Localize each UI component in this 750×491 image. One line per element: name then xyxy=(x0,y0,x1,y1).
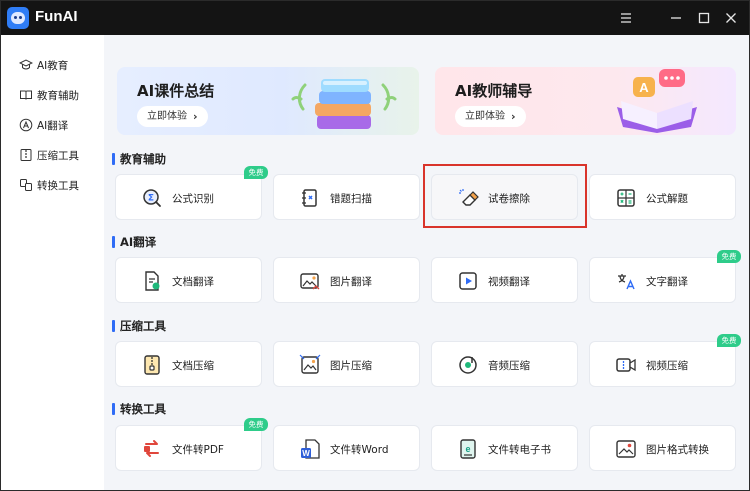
document-translate-icon xyxy=(141,270,163,292)
banner-title: AI教师辅导 xyxy=(455,82,533,100)
formula-search-icon: Σ xyxy=(141,187,163,209)
card-file-to-ebook[interactable]: e 文件转电子书 xyxy=(431,425,578,471)
translate-icon xyxy=(19,118,33,132)
card-video-translate[interactable]: 视频翻译 xyxy=(431,257,578,303)
svg-text:Σ: Σ xyxy=(148,194,154,204)
card-label: 图片压缩 xyxy=(330,360,372,372)
document-compress-icon xyxy=(141,354,163,376)
svg-text:A: A xyxy=(639,80,649,95)
card-file-to-word[interactable]: W 文件转Word xyxy=(273,425,420,471)
image-translate-icon xyxy=(299,270,321,292)
banner-title: AI课件总结 xyxy=(137,82,215,100)
card-label: 错题扫描 xyxy=(330,193,372,205)
video-compress-icon xyxy=(615,354,637,376)
file-to-ebook-icon: e xyxy=(457,438,479,460)
minimize-icon[interactable] xyxy=(667,9,685,27)
svg-text:W: W xyxy=(302,449,310,458)
card-label: 公式解题 xyxy=(646,193,688,205)
card-label: 文件转电子书 xyxy=(488,444,551,456)
card-label: 音频压缩 xyxy=(488,360,530,372)
banner-ai-teacher[interactable]: AI教师辅导 立即体验 › A xyxy=(435,67,736,135)
try-now-button[interactable]: 立即体验 › xyxy=(137,106,208,127)
sidebar-item-compress-tools[interactable]: 压缩工具 xyxy=(19,145,79,165)
card-image-compress[interactable]: 图片压缩 xyxy=(273,341,420,387)
audio-compress-icon xyxy=(457,354,479,376)
card-label: 文字翻译 xyxy=(646,276,688,288)
card-label: 文件转Word xyxy=(330,444,389,456)
card-label: 文件转PDF xyxy=(172,444,224,456)
banner-courseware-summary[interactable]: AI课件总结 立即体验 › xyxy=(117,67,419,135)
image-format-icon xyxy=(615,438,637,460)
highlight-box xyxy=(423,164,587,228)
open-book-chat-icon: A xyxy=(617,69,697,133)
section-title-convert-tools: 转换工具 xyxy=(112,402,166,416)
convert-icon xyxy=(20,179,32,191)
section-title-education-assist: 教育辅助 xyxy=(112,152,166,166)
image-compress-icon xyxy=(299,354,321,376)
sidebar-item-label: 压缩工具 xyxy=(37,149,79,162)
svg-text:e: e xyxy=(465,444,470,454)
title-bar: FunAI xyxy=(1,1,749,35)
free-badge: 免费 xyxy=(244,418,268,431)
sidebar-item-ai-education[interactable]: AI教育 xyxy=(19,55,68,75)
card-text-translate[interactable]: 文字翻译 xyxy=(589,257,736,303)
file-to-pdf-icon xyxy=(141,438,163,460)
close-icon[interactable] xyxy=(722,9,740,27)
sidebar-item-label: 教育辅助 xyxy=(37,89,79,102)
card-label: 文档翻译 xyxy=(172,276,214,288)
app-logo-icon xyxy=(7,7,29,29)
maximize-icon[interactable] xyxy=(695,9,713,27)
card-label: 公式识别 xyxy=(172,193,214,205)
books-stack-icon xyxy=(291,79,397,129)
card-audio-compress[interactable]: 音频压缩 xyxy=(431,341,578,387)
card-image-translate[interactable]: 图片翻译 xyxy=(273,257,420,303)
text-translate-icon xyxy=(615,270,637,292)
card-image-format-convert[interactable]: 图片格式转换 xyxy=(589,425,736,471)
menu-icon[interactable] xyxy=(617,9,635,27)
card-label: 视频翻译 xyxy=(488,276,530,288)
try-now-button[interactable]: 立即体验 › xyxy=(455,106,526,127)
compress-icon xyxy=(20,149,32,161)
card-file-to-pdf[interactable]: 文件转PDF xyxy=(115,425,262,471)
sidebar-item-convert-tools[interactable]: 转换工具 xyxy=(19,175,79,195)
main-content: AI课件总结 立即体验 › AI教师辅导 立即体验 › A 教育辅助 Σ 公式识… xyxy=(104,35,749,490)
card-label: 图片格式转换 xyxy=(646,444,709,456)
section-title-ai-translate: AI翻译 xyxy=(112,235,156,249)
card-formula-recognition[interactable]: Σ 公式识别 xyxy=(115,174,262,220)
card-label: 图片翻译 xyxy=(330,276,372,288)
free-badge: 免费 xyxy=(244,166,268,179)
graduation-cap-icon xyxy=(19,59,33,70)
sidebar-item-education-assist[interactable]: 教育辅助 xyxy=(19,85,79,105)
notebook-scan-icon xyxy=(299,187,321,209)
sidebar: AI教育 教育辅助 AI翻译 压缩工具 转换工具 xyxy=(1,35,104,490)
sidebar-item-ai-translate[interactable]: AI翻译 xyxy=(19,115,68,135)
card-document-compress[interactable]: 文档压缩 xyxy=(115,341,262,387)
card-video-compress[interactable]: 视频压缩 xyxy=(589,341,736,387)
section-title-compress-tools: 压缩工具 xyxy=(112,319,166,333)
card-label: 视频压缩 xyxy=(646,360,688,372)
free-badge: 免费 xyxy=(717,250,741,263)
calculator-icon xyxy=(615,187,637,209)
sidebar-item-label: AI翻译 xyxy=(37,119,69,132)
card-label: 文档压缩 xyxy=(172,360,214,372)
app-title: FunAI xyxy=(35,8,78,25)
sidebar-item-label: AI教育 xyxy=(37,59,69,72)
free-badge: 免费 xyxy=(717,334,741,347)
card-formula-solve[interactable]: 公式解题 xyxy=(589,174,736,220)
sidebar-item-label: 转换工具 xyxy=(37,179,79,192)
file-to-word-icon: W xyxy=(299,438,321,460)
card-document-translate[interactable]: 文档翻译 xyxy=(115,257,262,303)
video-translate-icon xyxy=(457,270,479,292)
book-icon xyxy=(20,90,32,100)
app-window: FunAI AI教育 教育辅助 AI翻译 压缩工具 转换工具 AI课件总结 立即… xyxy=(0,0,750,491)
card-wrong-question-scan[interactable]: 错题扫描 xyxy=(273,174,420,220)
